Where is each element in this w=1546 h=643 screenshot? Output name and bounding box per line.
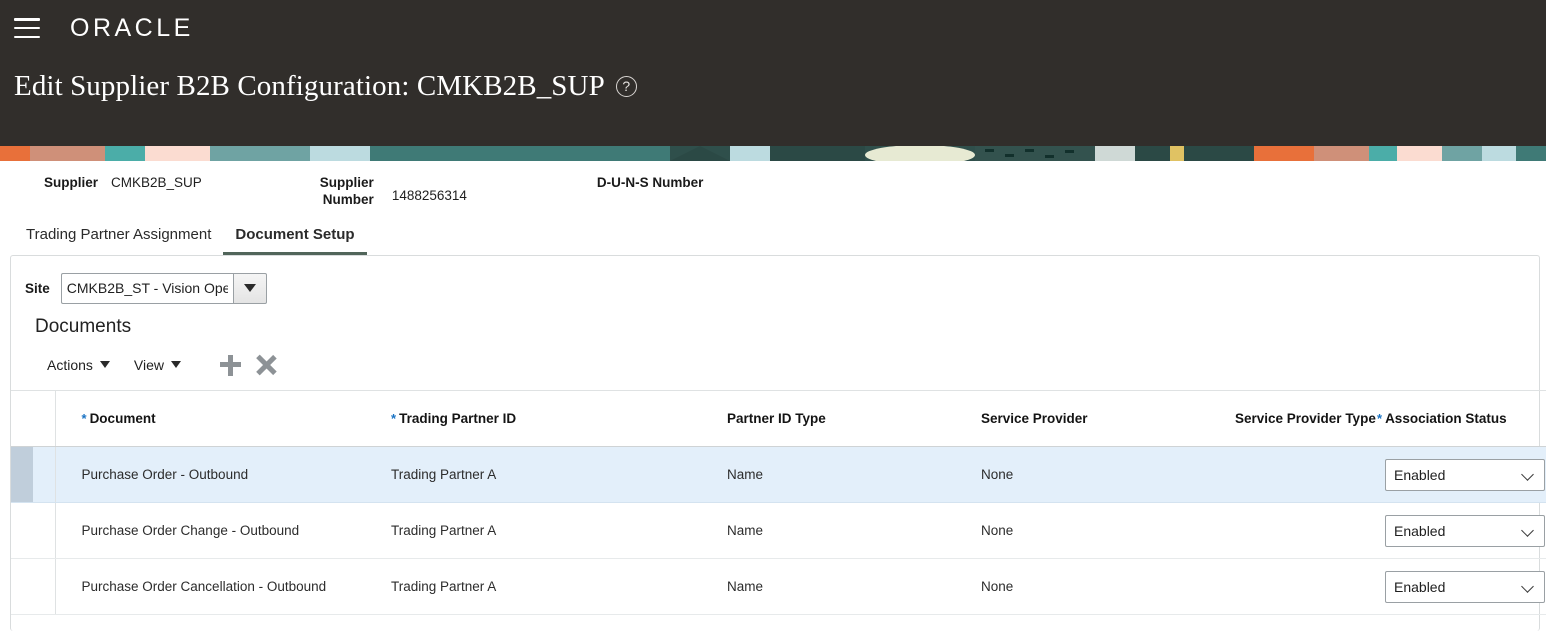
column-header-label: Service Provider Type bbox=[1235, 411, 1376, 426]
row-selector-header bbox=[11, 391, 33, 447]
association-status-select[interactable]: Enabled bbox=[1385, 459, 1545, 491]
documents-toolbar: Actions View bbox=[11, 338, 1539, 378]
cell-partner-id-type: Name bbox=[727, 503, 981, 559]
row-selector-indicator[interactable] bbox=[11, 503, 33, 559]
caret-down-icon bbox=[244, 284, 256, 292]
column-header-label: Partner ID Type bbox=[727, 411, 826, 426]
column-header-association-status[interactable]: *Association Status bbox=[1377, 391, 1546, 447]
table-row[interactable]: Purchase Order - Outbound Trading Partne… bbox=[11, 447, 1546, 503]
row-gutter bbox=[33, 559, 55, 615]
column-header-partner-id-type[interactable]: Partner ID Type bbox=[727, 391, 981, 447]
cell-association-status[interactable]: Enabled bbox=[1377, 559, 1546, 615]
column-header-document[interactable]: *Document bbox=[55, 391, 391, 447]
row-gutter bbox=[33, 447, 55, 503]
documents-table-body: Purchase Order - Outbound Trading Partne… bbox=[11, 447, 1546, 615]
required-asterisk: * bbox=[82, 411, 87, 426]
site-dropdown-button[interactable] bbox=[233, 273, 267, 304]
chevron-down-icon bbox=[171, 361, 181, 368]
plus-icon[interactable] bbox=[219, 354, 241, 376]
row-gutter bbox=[33, 503, 55, 559]
cell-service-provider-type bbox=[1235, 503, 1377, 559]
cell-service-provider-type bbox=[1235, 447, 1377, 503]
required-asterisk: * bbox=[1377, 411, 1382, 426]
supplier-field: Supplier CMKB2B_SUP bbox=[44, 174, 202, 191]
column-header-label: Document bbox=[90, 411, 156, 426]
column-header-trading-partner-id[interactable]: *Trading Partner ID bbox=[391, 391, 727, 447]
cell-service-provider: None bbox=[981, 503, 1235, 559]
row-selector-indicator[interactable] bbox=[11, 447, 33, 503]
site-row: Site bbox=[11, 256, 1539, 304]
cell-trading-partner-id: Trading Partner A bbox=[391, 447, 727, 503]
site-selector[interactable] bbox=[61, 273, 267, 304]
site-label: Site bbox=[25, 281, 50, 296]
decorative-banner-strip bbox=[0, 146, 1546, 161]
tab-document-setup[interactable]: Document Setup bbox=[223, 226, 366, 255]
table-row[interactable]: Purchase Order Cancellation - Outbound T… bbox=[11, 559, 1546, 615]
column-header-service-provider[interactable]: Service Provider bbox=[981, 391, 1235, 447]
tab-bar: Trading Partner Assignment Document Setu… bbox=[0, 217, 1546, 255]
cell-trading-partner-id: Trading Partner A bbox=[391, 559, 727, 615]
actions-menu-label: Actions bbox=[47, 357, 93, 373]
document-setup-panel: Site Documents Actions View bbox=[10, 255, 1540, 631]
documents-table: *Document *Trading Partner ID Partner ID… bbox=[11, 390, 1546, 615]
help-icon[interactable]: ? bbox=[616, 76, 637, 97]
header-top-bar: ORACLE bbox=[0, 0, 1546, 56]
duns-number-label: D-U-N-S Number bbox=[597, 174, 704, 191]
required-asterisk: * bbox=[391, 411, 396, 426]
column-header-label: Trading Partner ID bbox=[399, 411, 516, 426]
site-input[interactable] bbox=[61, 273, 233, 304]
supplier-number-value: 1488256314 bbox=[392, 187, 467, 204]
tab-trading-partner-assignment[interactable]: Trading Partner Assignment bbox=[14, 226, 223, 255]
cell-association-status[interactable]: Enabled bbox=[1377, 503, 1546, 559]
global-header: ORACLE Edit Supplier B2B Configuration: … bbox=[0, 0, 1546, 146]
association-status-select[interactable]: Enabled bbox=[1385, 571, 1545, 603]
column-header-service-provider-type[interactable]: Service Provider Type bbox=[1235, 391, 1377, 447]
page-title-row: Edit Supplier B2B Configuration: CMKB2B_… bbox=[0, 70, 1546, 103]
supplier-label: Supplier bbox=[44, 174, 98, 191]
cell-document: Purchase Order Change - Outbound bbox=[55, 503, 391, 559]
column-header-label: Association Status bbox=[1385, 411, 1507, 426]
cell-service-provider: None bbox=[981, 447, 1235, 503]
gutter-header bbox=[33, 391, 55, 447]
cell-partner-id-type: Name bbox=[727, 447, 981, 503]
cell-trading-partner-id: Trading Partner A bbox=[391, 503, 727, 559]
documents-section-title: Documents bbox=[11, 304, 1539, 338]
supplier-value: CMKB2B_SUP bbox=[111, 174, 202, 191]
view-menu-label: View bbox=[134, 357, 164, 373]
view-menu-button[interactable]: View bbox=[134, 357, 181, 373]
oracle-logo: ORACLE bbox=[70, 14, 194, 43]
cell-association-status[interactable]: Enabled bbox=[1377, 447, 1546, 503]
close-icon[interactable] bbox=[255, 354, 277, 376]
table-row[interactable]: Purchase Order Change - Outbound Trading… bbox=[11, 503, 1546, 559]
actions-menu-button[interactable]: Actions bbox=[47, 357, 110, 373]
cell-document: Purchase Order - Outbound bbox=[55, 447, 391, 503]
cell-service-provider-type bbox=[1235, 559, 1377, 615]
hamburger-icon[interactable] bbox=[14, 18, 40, 38]
chevron-down-icon bbox=[100, 361, 110, 368]
cell-partner-id-type: Name bbox=[727, 559, 981, 615]
supplier-summary: Supplier CMKB2B_SUP Supplier Number 1488… bbox=[0, 161, 1546, 217]
column-header-label: Service Provider bbox=[981, 411, 1088, 426]
association-status-select[interactable]: Enabled bbox=[1385, 515, 1545, 547]
cell-service-provider: None bbox=[981, 559, 1235, 615]
cell-document: Purchase Order Cancellation - Outbound bbox=[55, 559, 391, 615]
documents-table-wrapper: *Document *Trading Partner ID Partner ID… bbox=[11, 390, 1539, 615]
supplier-number-field: Supplier Number 1488256314 bbox=[312, 174, 467, 208]
table-header-row: *Document *Trading Partner ID Partner ID… bbox=[11, 391, 1546, 447]
page-title: Edit Supplier B2B Configuration: CMKB2B_… bbox=[14, 70, 605, 103]
supplier-number-label: Supplier Number bbox=[312, 174, 374, 208]
row-selector-indicator[interactable] bbox=[11, 559, 33, 615]
duns-number-field: D-U-N-S Number bbox=[597, 174, 704, 191]
